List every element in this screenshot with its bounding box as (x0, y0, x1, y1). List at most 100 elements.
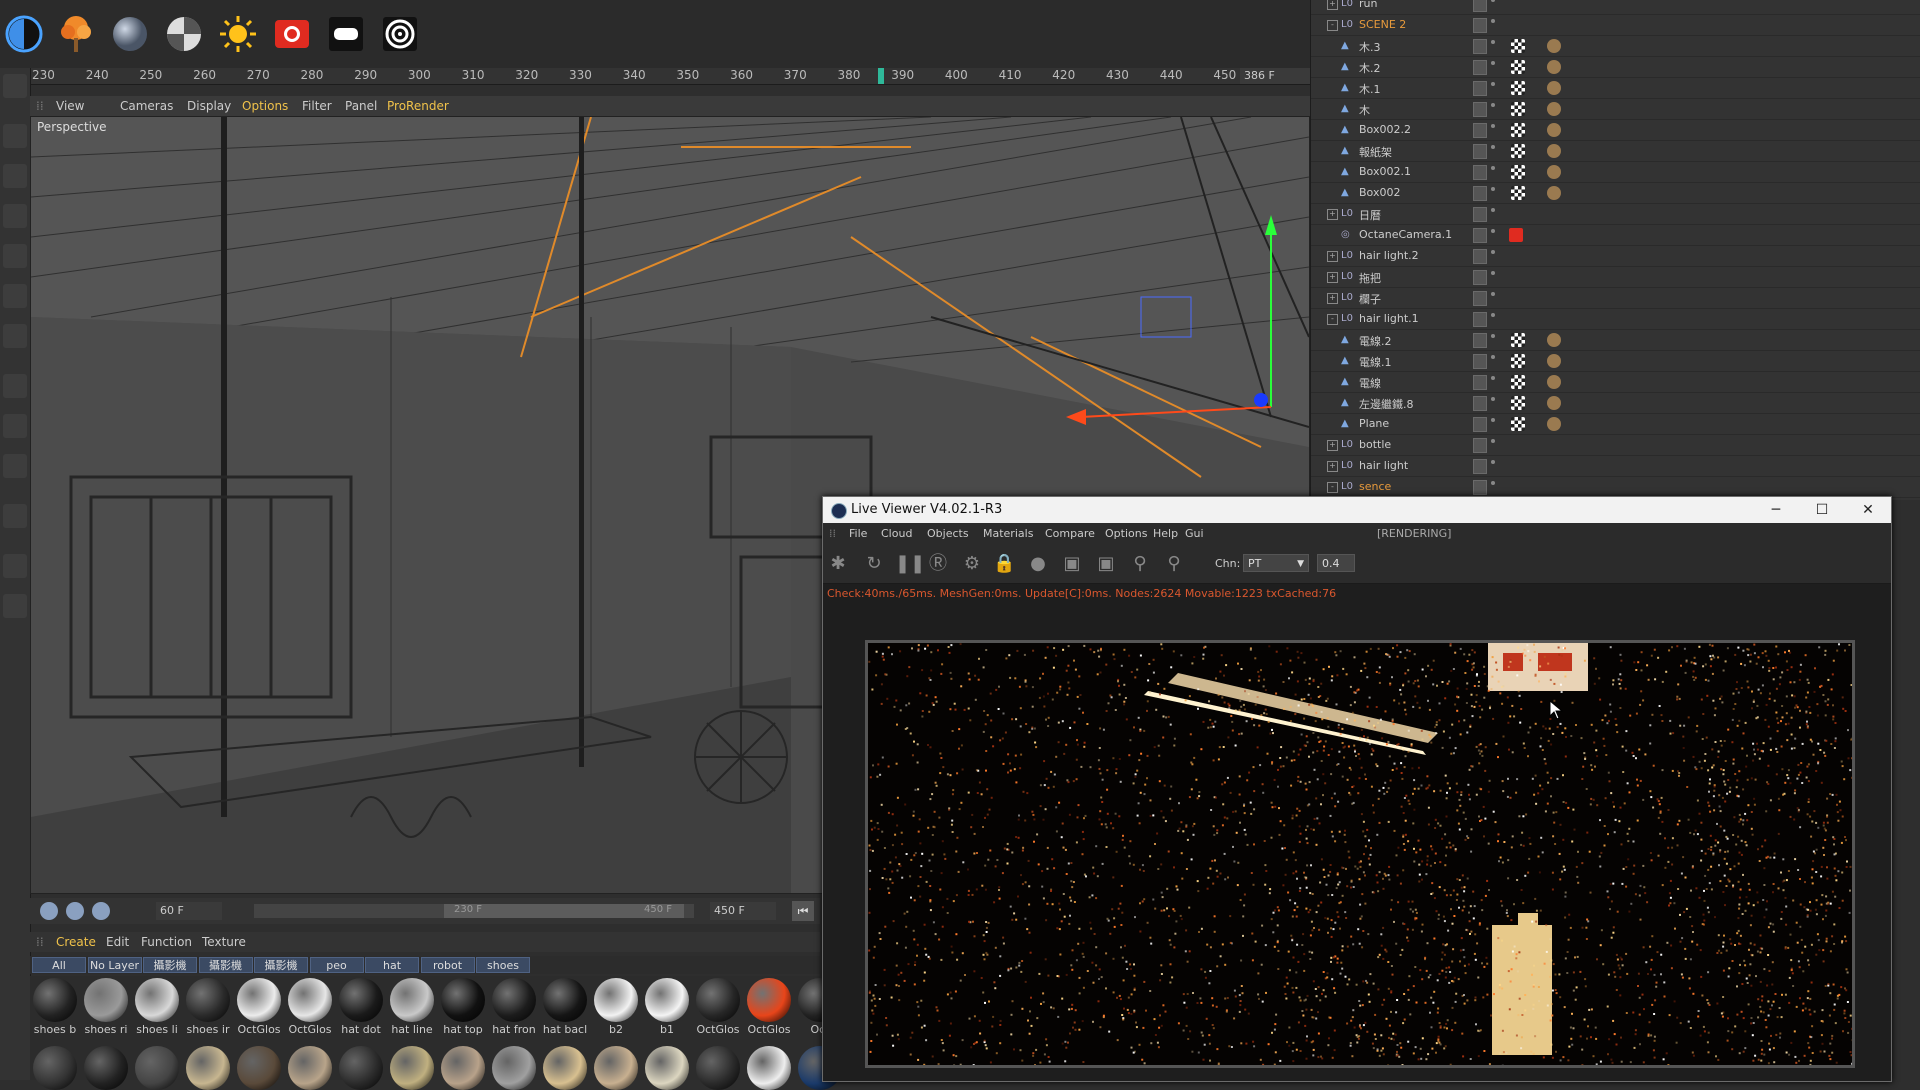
lv-menu-file[interactable]: File (849, 527, 867, 540)
material-preview-ball[interactable] (135, 1046, 179, 1090)
render-dot-icon[interactable] (1491, 271, 1495, 275)
material-preview-ball[interactable] (186, 1046, 230, 1090)
object-row[interactable]: ▲木.3 (1311, 36, 1920, 57)
live-viewer-titlebar[interactable]: Live Viewer V4.02.1-R3 ─ ☐ ✕ (823, 497, 1891, 523)
material-preview-ball[interactable] (339, 1046, 383, 1090)
material-menu-texture[interactable]: Texture (202, 935, 246, 949)
material-menu-edit[interactable]: Edit (106, 935, 129, 949)
object-row[interactable]: ▲電線.2 (1311, 330, 1920, 351)
object-row[interactable]: ▲木 (1311, 99, 1920, 120)
region-icon[interactable]: Ⓡ (927, 553, 949, 575)
object-name[interactable]: hair light (1359, 459, 1408, 472)
lv-menu-compare[interactable]: Compare (1045, 527, 1095, 540)
material-tag-icon[interactable] (1547, 39, 1561, 53)
material-preview-ball[interactable] (696, 1046, 740, 1090)
visibility-toggle-icon[interactable] (1473, 102, 1487, 117)
tool-edges-icon[interactable] (3, 284, 27, 308)
target-icon[interactable] (378, 8, 422, 60)
lock-icon[interactable]: 🔒 (993, 553, 1015, 575)
material-swatch[interactable]: hat top (440, 978, 486, 1036)
material-tag-icon[interactable] (1547, 333, 1561, 347)
expand-icon[interactable]: + (1327, 272, 1338, 283)
material-preview-ball[interactable] (441, 1046, 485, 1090)
object-name[interactable]: OctaneCamera.1 (1359, 228, 1452, 241)
visibility-toggle-icon[interactable] (1473, 39, 1487, 54)
material-swatch[interactable]: b2 (593, 978, 639, 1036)
visibility-toggle-icon[interactable] (1473, 249, 1487, 264)
material-preview-ball[interactable] (492, 1046, 536, 1090)
material-swatch[interactable]: shoes ir (185, 978, 231, 1036)
object-name[interactable]: 報紙架 (1359, 144, 1392, 160)
material-swatch[interactable]: hat dot (338, 978, 384, 1036)
render-dot-icon[interactable] (1491, 334, 1495, 338)
object-name[interactable]: sence (1359, 480, 1391, 493)
visibility-toggle-icon[interactable] (1473, 0, 1487, 12)
visibility-toggle-icon[interactable] (1473, 18, 1487, 33)
object-name[interactable]: Box002.2 (1359, 123, 1411, 136)
expand-icon[interactable]: + (1327, 209, 1338, 220)
lv-menu-options[interactable]: Options (1105, 527, 1147, 540)
render-dot-icon[interactable] (1491, 229, 1495, 233)
expand-icon[interactable]: + (1327, 293, 1338, 304)
material-preview-ball[interactable] (747, 1046, 791, 1090)
render-dot-icon[interactable] (1491, 355, 1495, 359)
render-dot-icon[interactable] (1491, 250, 1495, 254)
visibility-toggle-icon[interactable] (1473, 228, 1487, 243)
material-menu-function[interactable]: Function (141, 935, 192, 949)
object-row[interactable]: +L0拖把 (1311, 267, 1920, 288)
visibility-toggle-icon[interactable] (1473, 333, 1487, 348)
render-dot-icon[interactable] (1491, 166, 1495, 170)
render-dot-icon[interactable] (1491, 439, 1495, 443)
object-row[interactable]: +L0欄子 (1311, 288, 1920, 309)
pause-icon[interactable]: ❚❚ (895, 553, 917, 575)
material-tag-icon[interactable] (1547, 144, 1561, 158)
object-name[interactable]: bottle (1359, 438, 1391, 451)
end-frame-field[interactable]: 450 F (710, 902, 776, 920)
pin2-icon[interactable]: ⚲ (1163, 553, 1185, 575)
material-preview-ball[interactable] (84, 1046, 128, 1090)
visibility-toggle-icon[interactable] (1473, 480, 1487, 495)
restart-icon[interactable]: ↻ (863, 553, 885, 575)
tool-magnet-icon[interactable] (3, 504, 27, 528)
material-tag-icon[interactable] (1547, 123, 1561, 137)
material-tab[interactable]: peo (310, 957, 364, 973)
object-name[interactable]: 木.1 (1359, 81, 1381, 97)
viewport-menu-cameras[interactable]: Cameras (120, 99, 173, 113)
current-frame-field[interactable]: 386 F (1240, 68, 1310, 84)
object-row[interactable]: ▲報紙架 (1311, 141, 1920, 162)
material-swatch[interactable]: OctGlos (236, 978, 282, 1036)
object-name[interactable]: 電線 (1359, 375, 1381, 391)
minimize-button[interactable]: ─ (1753, 497, 1799, 523)
octane-tag-icon[interactable] (1511, 102, 1525, 116)
goto-start-icon[interactable]: ⏮ (792, 901, 814, 921)
octane-tag-icon[interactable] (1511, 186, 1525, 200)
send-scene-icon[interactable]: ✱ (827, 553, 849, 575)
visibility-toggle-icon[interactable] (1473, 81, 1487, 96)
octane-tag-icon[interactable] (1511, 354, 1525, 368)
octane-tag-icon[interactable] (1511, 144, 1525, 158)
object-row[interactable]: +L0bottle (1311, 435, 1920, 456)
visibility-toggle-icon[interactable] (1473, 291, 1487, 306)
object-row[interactable]: ▲電線.1 (1311, 351, 1920, 372)
object-name[interactable]: 電線.1 (1359, 354, 1392, 370)
material-swatch[interactable]: shoes li (134, 978, 180, 1036)
render-dot-icon[interactable] (1491, 292, 1495, 296)
material-tag-icon[interactable] (1547, 165, 1561, 179)
octane-tag-icon[interactable] (1511, 333, 1525, 347)
render-dot-icon[interactable] (1491, 376, 1495, 380)
sphere-icon[interactable] (108, 8, 152, 60)
collapse-icon[interactable]: - (1327, 20, 1338, 31)
material-tab[interactable]: robot (421, 957, 475, 973)
visibility-toggle-icon[interactable] (1473, 375, 1487, 390)
maximize-button[interactable]: ☐ (1799, 497, 1845, 523)
record-keyframe-icon[interactable] (40, 902, 58, 920)
viewport-menu-display[interactable]: Display (187, 99, 231, 113)
viewport-menu-options[interactable]: Options (242, 99, 288, 113)
material-tab[interactable]: No Layer (88, 957, 142, 973)
tool-layers-icon[interactable] (3, 204, 27, 228)
material-tab[interactable]: 攝影機 (199, 957, 253, 973)
camera-tag-icon[interactable] (1509, 228, 1523, 242)
tree-icon[interactable] (54, 8, 98, 60)
object-row[interactable]: ▲Plane (1311, 414, 1920, 435)
rect-light-icon[interactable] (324, 8, 368, 60)
